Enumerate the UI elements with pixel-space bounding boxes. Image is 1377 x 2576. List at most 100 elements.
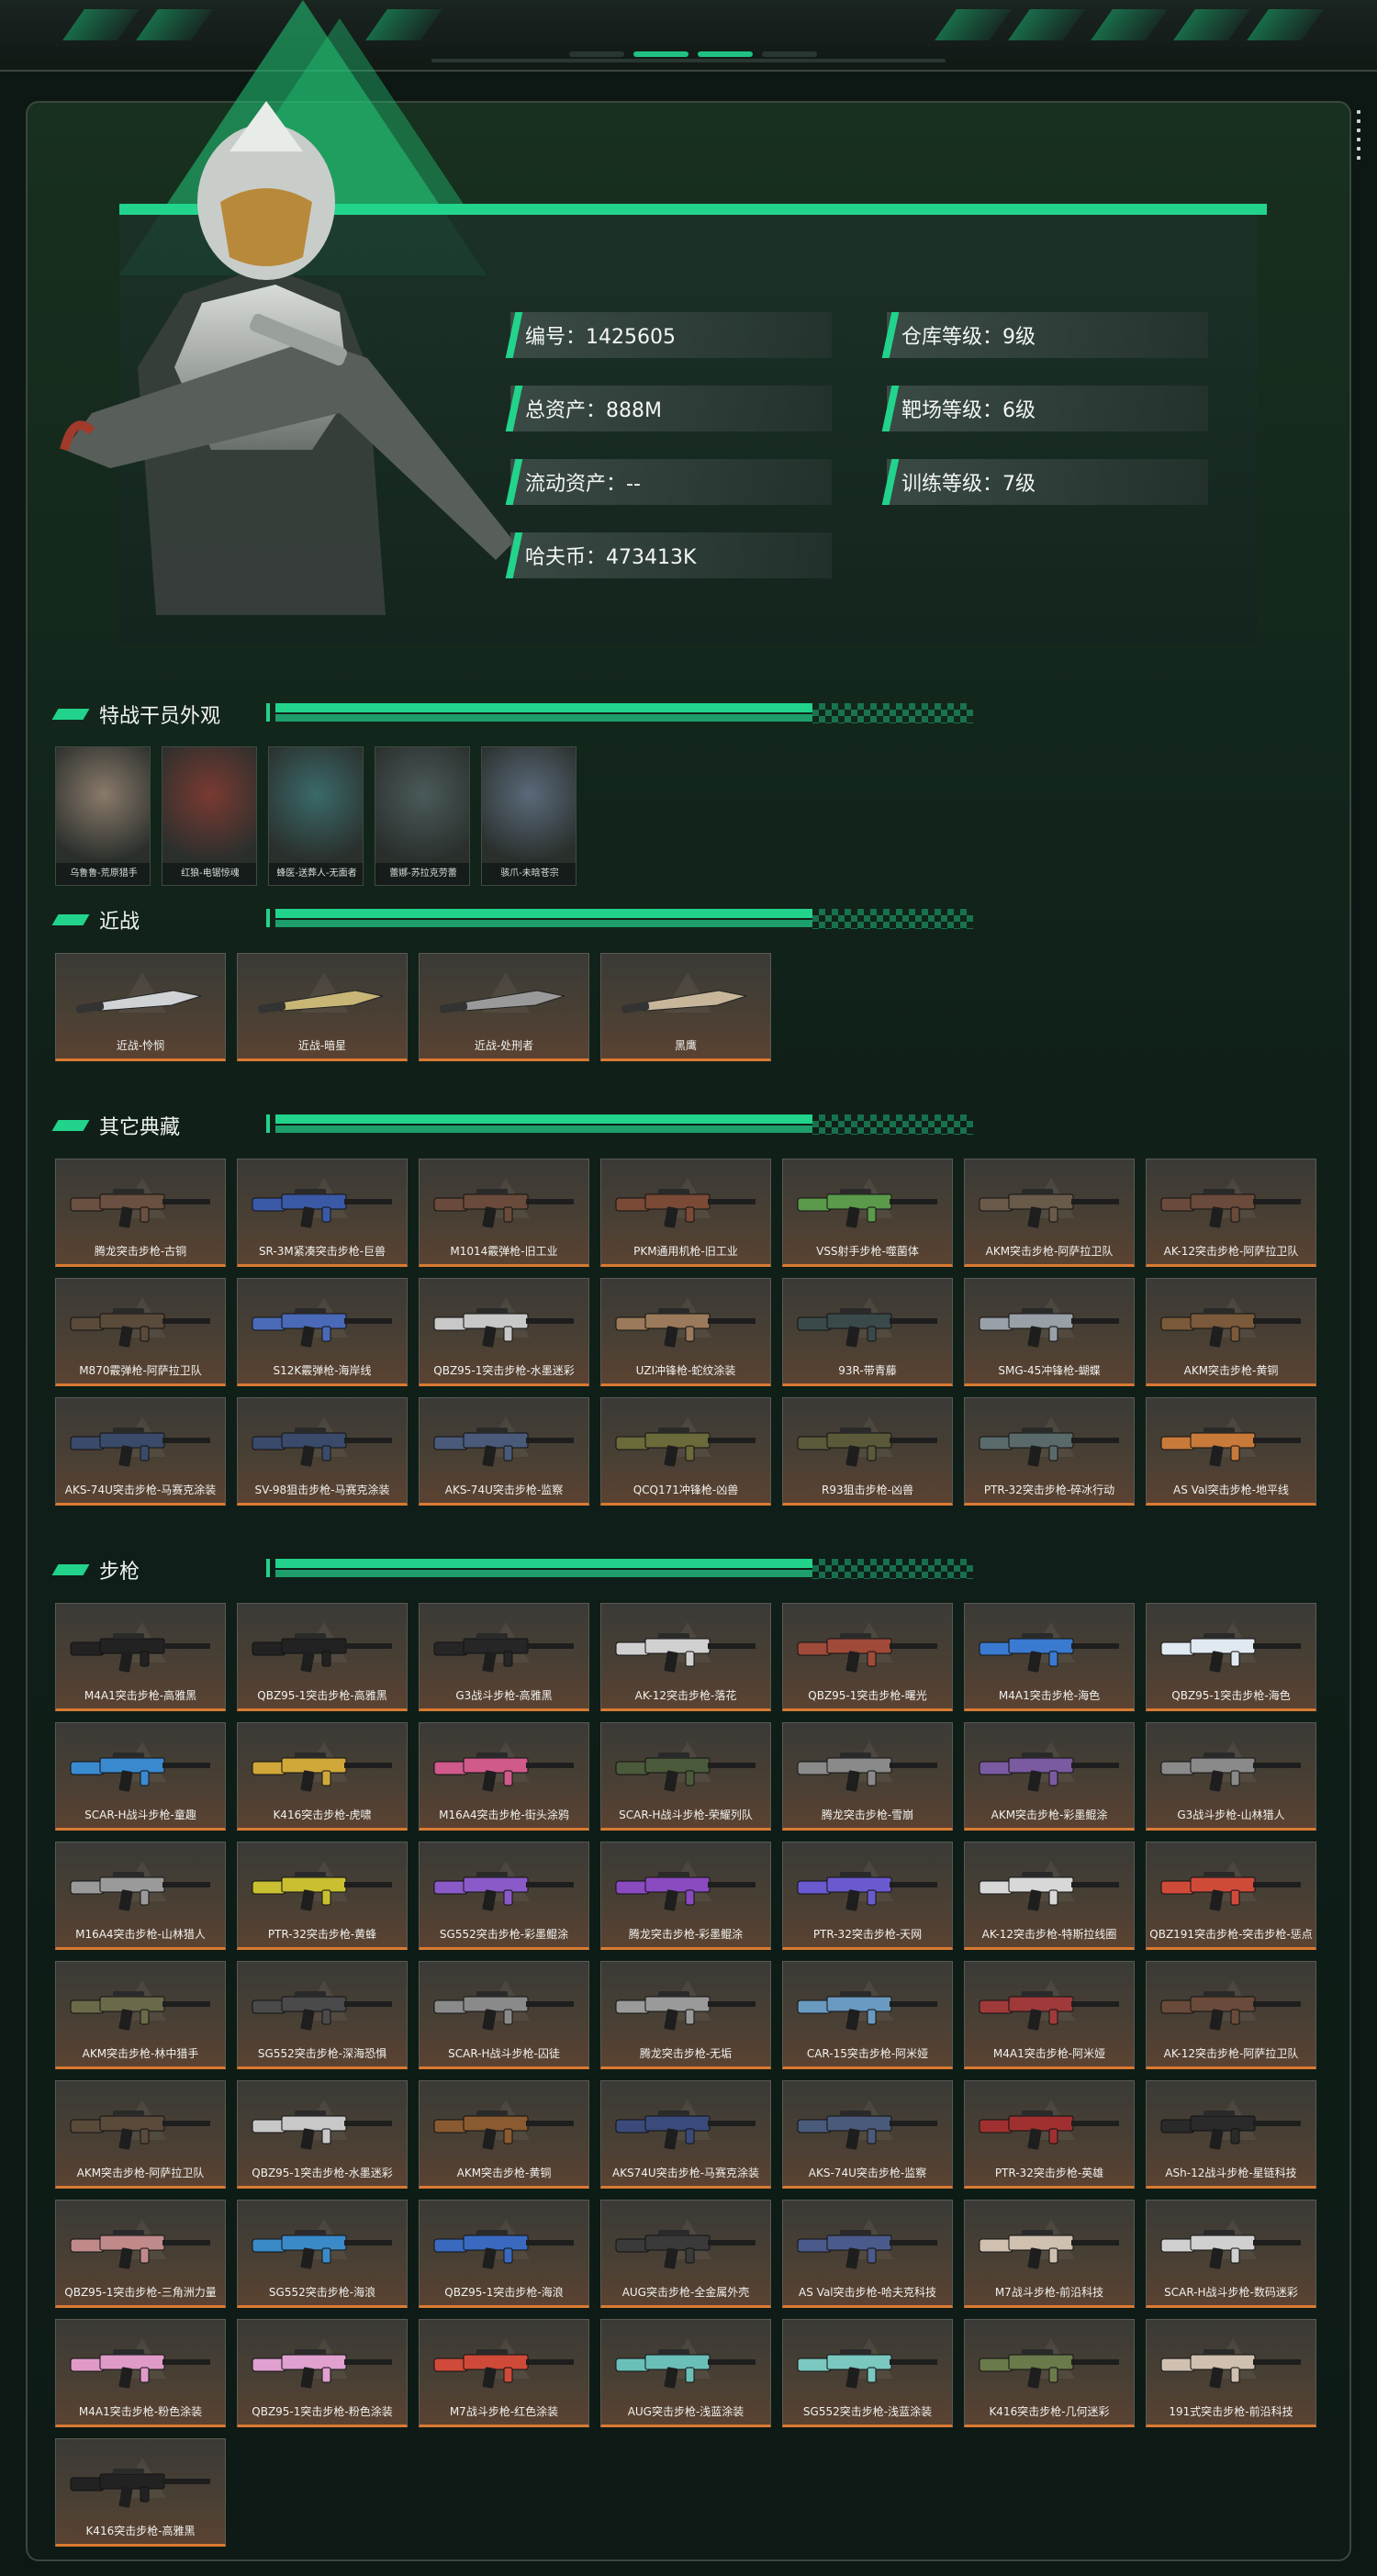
item-card[interactable]: AS Val突击步枪-哈夫克科技 bbox=[782, 2200, 953, 2308]
item-card[interactable]: M870霰弹枪-阿萨拉卫队 bbox=[55, 1278, 226, 1386]
item-card[interactable]: AKM突击步枪-林中猎手 bbox=[55, 1961, 226, 2069]
item-card[interactable]: QCQ171冲锋枪-凶兽 bbox=[600, 1397, 771, 1506]
rifle-icon bbox=[1160, 2349, 1301, 2389]
item-card[interactable]: 191式突击步枪-前沿科技 bbox=[1146, 2319, 1316, 2427]
item-card[interactable]: QBZ95-1突击步枪-三角洲力量 bbox=[55, 2200, 226, 2308]
item-card[interactable]: SCAR-H战斗步枪-数码迷彩 bbox=[1146, 2200, 1316, 2308]
item-card[interactable]: SG552突击步枪-深海恐惧 bbox=[237, 1961, 408, 2069]
item-card[interactable]: G3战斗步枪-山林猎人 bbox=[1146, 1722, 1316, 1831]
item-card[interactable]: SR-3M紧凑突击步枪-巨兽 bbox=[237, 1159, 408, 1267]
item-card[interactable]: QBZ95-1突击步枪-海色 bbox=[1146, 1603, 1316, 1711]
item-name: SCAR-H战斗步枪-囚徒 bbox=[448, 2047, 560, 2060]
item-card[interactable]: M4A1突击步枪-海色 bbox=[964, 1603, 1135, 1711]
item-card[interactable]: PTR-32突击步枪-英雄 bbox=[964, 2080, 1135, 2189]
item-card[interactable]: PTR-32突击步枪-天网 bbox=[782, 1842, 953, 1950]
item-card[interactable]: 近战-处刑者 bbox=[419, 953, 589, 1061]
item-card[interactable]: AKM突击步枪-黄铜 bbox=[1146, 1278, 1316, 1386]
rifle-icon bbox=[615, 1753, 756, 1792]
item-card[interactable]: SCAR-H战斗步枪-荣耀列队 bbox=[600, 1722, 771, 1831]
item-card[interactable]: M4A1突击步枪-高雅黑 bbox=[55, 1603, 226, 1711]
item-card[interactable]: AK-12突击步枪-阿萨拉卫队 bbox=[1146, 1159, 1316, 1267]
item-card[interactable]: QBZ95-1突击步枪-水墨迷彩 bbox=[419, 1278, 589, 1386]
item-card[interactable]: M16A4突击步枪-街头涂鸦 bbox=[419, 1722, 589, 1831]
item-card[interactable]: K416突击步枪-虎啸 bbox=[237, 1722, 408, 1831]
operator-card[interactable]: 骇爪-未晗苍宗 bbox=[481, 746, 577, 886]
item-card[interactable]: SV-98狙击步枪-马赛克涂装 bbox=[237, 1397, 408, 1506]
item-card[interactable]: SCAR-H战斗步枪-囚徒 bbox=[419, 1961, 589, 2069]
item-card[interactable]: M4A1突击步枪-粉色涂装 bbox=[55, 2319, 226, 2427]
item-card[interactable]: QBZ95-1突击步枪-水墨迷彩 bbox=[237, 2080, 408, 2189]
rifle-icon bbox=[979, 1189, 1119, 1228]
item-card[interactable]: QBZ95-1突击步枪-粉色涂装 bbox=[237, 2319, 408, 2427]
item-card[interactable]: 近战-怜悯 bbox=[55, 953, 226, 1061]
item-card[interactable]: AK-12突击步枪-落花 bbox=[600, 1603, 771, 1711]
operator-card[interactable]: 蕾娜-苏拉克劳蕾 bbox=[375, 746, 470, 886]
item-card[interactable]: CAR-15突击步枪-阿米娅 bbox=[782, 1961, 953, 2069]
item-card[interactable]: M1014霰弹枪-旧工业 bbox=[419, 1159, 589, 1267]
item-card[interactable]: QBZ95-1突击步枪-曙光 bbox=[782, 1603, 953, 1711]
item-card[interactable]: 93R-带青藤 bbox=[782, 1278, 953, 1386]
item-card[interactable]: SCAR-H战斗步枪-童趣 bbox=[55, 1722, 226, 1831]
rifle-icon bbox=[615, 1872, 756, 1911]
item-card[interactable]: AKM突击步枪-彩墨鲲涂 bbox=[964, 1722, 1135, 1831]
item-card[interactable]: M7战斗步枪-红色涂装 bbox=[419, 2319, 589, 2427]
rifle-icon bbox=[615, 1308, 756, 1348]
item-card[interactable]: 腾龙突击步枪-古铜 bbox=[55, 1159, 226, 1267]
scroll-dots[interactable] bbox=[1357, 110, 1362, 165]
item-name: QBZ95-1突击步枪-粉色涂装 bbox=[252, 2405, 393, 2418]
item-card[interactable]: SMG-45冲锋枪-蝴蝶 bbox=[964, 1278, 1135, 1386]
rifle-icon bbox=[615, 1428, 756, 1467]
item-card[interactable]: K416突击步枪-高雅黑 bbox=[55, 2438, 226, 2547]
section-title-text: 其它典藏 bbox=[99, 1116, 181, 1139]
item-card[interactable]: 腾龙突击步枪-彩墨鲲涂 bbox=[600, 1842, 771, 1950]
item-card[interactable]: QBZ95-1突击步枪-海浪 bbox=[419, 2200, 589, 2308]
item-card[interactable]: AKM突击步枪-阿萨拉卫队 bbox=[964, 1159, 1135, 1267]
item-card[interactable]: PTR-32突击步枪-碎冰行动 bbox=[964, 1397, 1135, 1506]
item-card[interactable]: SG552突击步枪-彩墨鲲涂 bbox=[419, 1842, 589, 1950]
rifle-icon bbox=[70, 1428, 210, 1467]
rifle-icon bbox=[70, 1189, 210, 1228]
item-card[interactable]: AKM突击步枪-黄铜 bbox=[419, 2080, 589, 2189]
rifle-icon bbox=[1160, 1633, 1301, 1673]
item-card[interactable]: AUG突击步枪-全金属外壳 bbox=[600, 2200, 771, 2308]
item-card[interactable]: AUG突击步枪-浅蓝涂装 bbox=[600, 2319, 771, 2427]
item-name: 近战-怜悯 bbox=[116, 1039, 165, 1052]
item-card[interactable]: K416突击步枪-几何迷彩 bbox=[964, 2319, 1135, 2427]
item-card[interactable]: 腾龙突击步枪-无垢 bbox=[600, 1961, 771, 2069]
item-card[interactable]: AKS-74U突击步枪-马赛克涂装 bbox=[55, 1397, 226, 1506]
section-divider bbox=[266, 1559, 973, 1579]
item-card[interactable]: AKS-74U突击步枪-监察 bbox=[782, 2080, 953, 2189]
item-card[interactable]: SG552突击步枪-海浪 bbox=[237, 2200, 408, 2308]
item-card[interactable]: 近战-暗星 bbox=[237, 953, 408, 1061]
rifle-icon bbox=[797, 1633, 937, 1673]
section-title-operators: 特战干员外观 bbox=[51, 698, 220, 731]
item-card[interactable]: AK-12突击步枪-阿萨拉卫队 bbox=[1146, 1961, 1316, 2069]
item-card[interactable]: AK-12突击步枪-特斯拉线圈 bbox=[964, 1842, 1135, 1950]
item-card[interactable]: QBZ191突击步枪-突击步枪-惩点 bbox=[1146, 1842, 1316, 1950]
item-card[interactable]: QBZ95-1突击步枪-高雅黑 bbox=[237, 1603, 408, 1711]
operator-card[interactable]: 红狼-电锯惊魂 bbox=[162, 746, 257, 886]
item-card[interactable]: UZI冲锋枪-蛇纹涂装 bbox=[600, 1278, 771, 1386]
item-card[interactable]: S12K霰弹枪-海岸线 bbox=[237, 1278, 408, 1386]
item-card[interactable]: AKS-74U突击步枪-监察 bbox=[419, 1397, 589, 1506]
item-card[interactable]: R93狙击步枪-凶兽 bbox=[782, 1397, 953, 1506]
item-card[interactable]: AKM突击步枪-阿萨拉卫队 bbox=[55, 2080, 226, 2189]
operator-thumbnail bbox=[375, 747, 469, 865]
item-card[interactable]: 腾龙突击步枪-雪崩 bbox=[782, 1722, 953, 1831]
item-card[interactable]: AKS74U突击步枪-马赛克涂装 bbox=[600, 2080, 771, 2189]
item-card[interactable]: AS Val突击步枪-地平线 bbox=[1146, 1397, 1316, 1506]
item-card[interactable]: ASh-12战斗步枪-星链科技 bbox=[1146, 2080, 1316, 2189]
item-card[interactable]: PKM通用机枪-旧工业 bbox=[600, 1159, 771, 1267]
item-card[interactable]: SG552突击步枪-浅蓝涂装 bbox=[782, 2319, 953, 2427]
operator-card[interactable]: 蜂医-送葬人-无面者 bbox=[268, 746, 364, 886]
item-card[interactable]: VSS射手步枪-噬菌体 bbox=[782, 1159, 953, 1267]
item-card[interactable]: 黑鹰 bbox=[600, 953, 771, 1061]
item-card[interactable]: PTR-32突击步枪-黄蜂 bbox=[237, 1842, 408, 1950]
knife-icon bbox=[257, 990, 384, 1014]
item-name: AKM突击步枪-阿萨拉卫队 bbox=[985, 1245, 1114, 1258]
operator-card[interactable]: 乌鲁鲁-荒原猎手 bbox=[55, 746, 151, 886]
item-card[interactable]: M7战斗步枪-前沿科技 bbox=[964, 2200, 1135, 2308]
item-card[interactable]: M16A4突击步枪-山林猎人 bbox=[55, 1842, 226, 1950]
item-card[interactable]: G3战斗步枪-高雅黑 bbox=[419, 1603, 589, 1711]
item-card[interactable]: M4A1突击步枪-阿米娅 bbox=[964, 1961, 1135, 2069]
